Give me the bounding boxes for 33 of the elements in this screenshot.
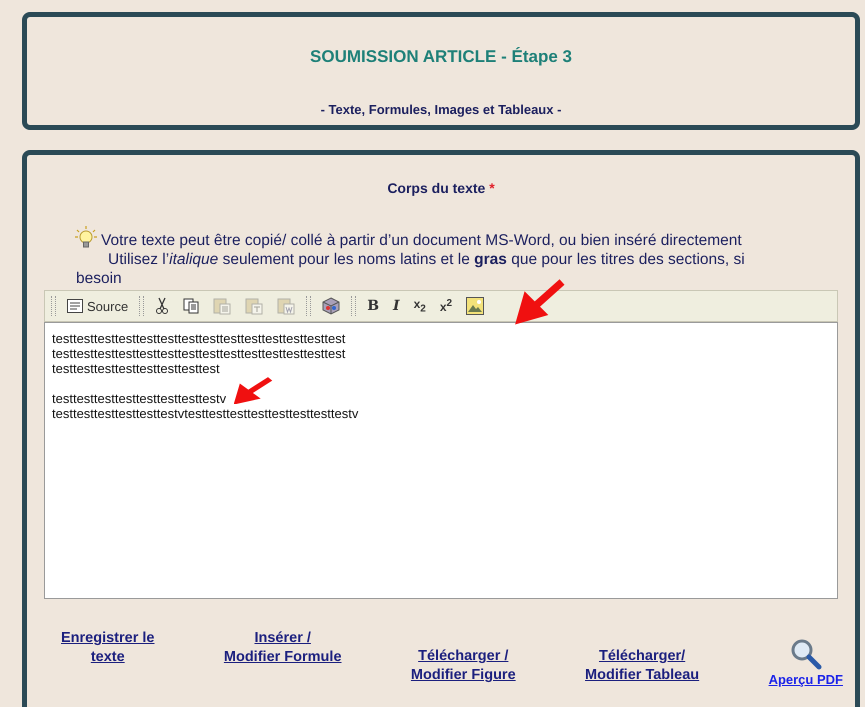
copy-icon: [183, 298, 200, 314]
instruction-text: Utilisez l’italique seulement pour les noms latins et le gras que pour les titres des sections, si besoin: [75, 250, 746, 288]
editor-text-line: testtesttesttesttesttesttesttestv: [52, 391, 228, 406]
page-subtitle: - Texte, Formules, Images et Tableaux -: [320, 102, 562, 117]
action-link[interactable]: Insérer / Modifier Formule: [224, 629, 342, 667]
magnifier-icon: [790, 638, 822, 670]
instruction-text: Votre texte peut être copié/ collé à partir d’un document MS-Word, ou bien inséré directement: [101, 231, 742, 250]
scissors-icon: [155, 297, 170, 315]
editor-text-line: testtesttesttesttesttesttesttest: [52, 361, 221, 376]
action-link[interactable]: Enregistrer le texte: [61, 629, 154, 667]
section-title: Corps du texte *: [387, 180, 495, 196]
italic-button[interactable]: I: [390, 296, 403, 316]
document-icon: [67, 299, 83, 313]
page-title: SOUMISSION ARTICLE - Étape 3: [310, 47, 572, 67]
bold-button[interactable]: B: [364, 296, 382, 316]
text-editor[interactable]: [44, 322, 838, 599]
clipboard-icon: [245, 297, 264, 315]
clipboard-icon: [213, 297, 232, 315]
source-button[interactable]: Source: [64, 296, 132, 316]
arrow-annotation: [516, 279, 566, 323]
lightbulb-icon: [73, 224, 99, 250]
editor-text-line: testtesttesttesttesttestvtesttesttesttesttesttesttesttestv: [52, 406, 360, 421]
subscript-button[interactable]: x$_{2}$: [410, 295, 429, 317]
editor-text-line: testtesttesttesttesttesttesttesttesttesttesttesttesttest: [52, 346, 346, 361]
superscript-button[interactable]: x$^{2}$: [436, 296, 456, 316]
action-link[interactable]: Télécharger / Modifier Figure: [410, 647, 516, 685]
editor-text-line: testtesttesttesttesttesttesttesttesttesttesttesttesttest: [52, 331, 346, 346]
cube-icon: [322, 297, 340, 315]
pdf-preview-link[interactable]: Aperçu PDF: [768, 670, 843, 689]
clipboard-icon: [277, 297, 296, 315]
arrow-annotation: [235, 377, 273, 404]
image-icon: [466, 297, 484, 315]
action-link[interactable]: Télécharger/ Modifier Tableau: [585, 647, 700, 685]
